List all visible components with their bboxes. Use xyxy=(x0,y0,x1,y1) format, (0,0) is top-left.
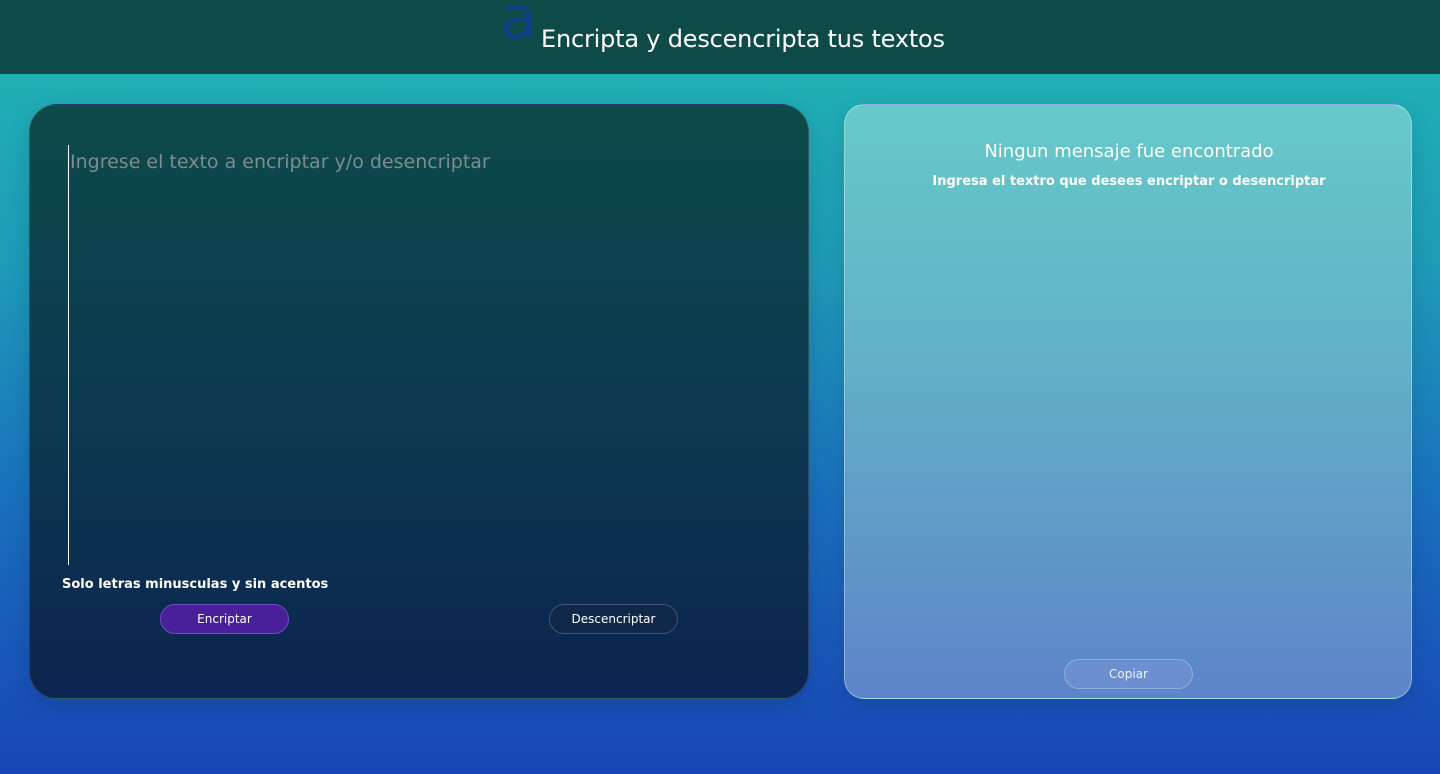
input-panel: Solo letras minusculas y sin acentos Enc… xyxy=(29,104,809,699)
empty-message-title: Ningun mensaje fue encontrado xyxy=(984,141,1274,162)
copy-button[interactable]: Copiar xyxy=(1064,659,1193,689)
decrypt-button[interactable]: Descencriptar xyxy=(549,604,678,634)
page-title: Encripta y descencripta tus textos xyxy=(541,25,945,53)
empty-message-subtitle: Ingresa el textro que desees encriptar o… xyxy=(932,174,1326,189)
encrypt-button[interactable]: Encriptar xyxy=(160,604,289,634)
text-input[interactable] xyxy=(68,145,768,565)
output-panel: Ningun mensaje fue encontrado Ingresa el… xyxy=(844,104,1412,699)
logo: a xyxy=(500,0,537,53)
header: a Encripta y descencripta tus textos xyxy=(0,0,1440,74)
input-hint: Solo letras minusculas y sin acentos xyxy=(62,577,329,592)
